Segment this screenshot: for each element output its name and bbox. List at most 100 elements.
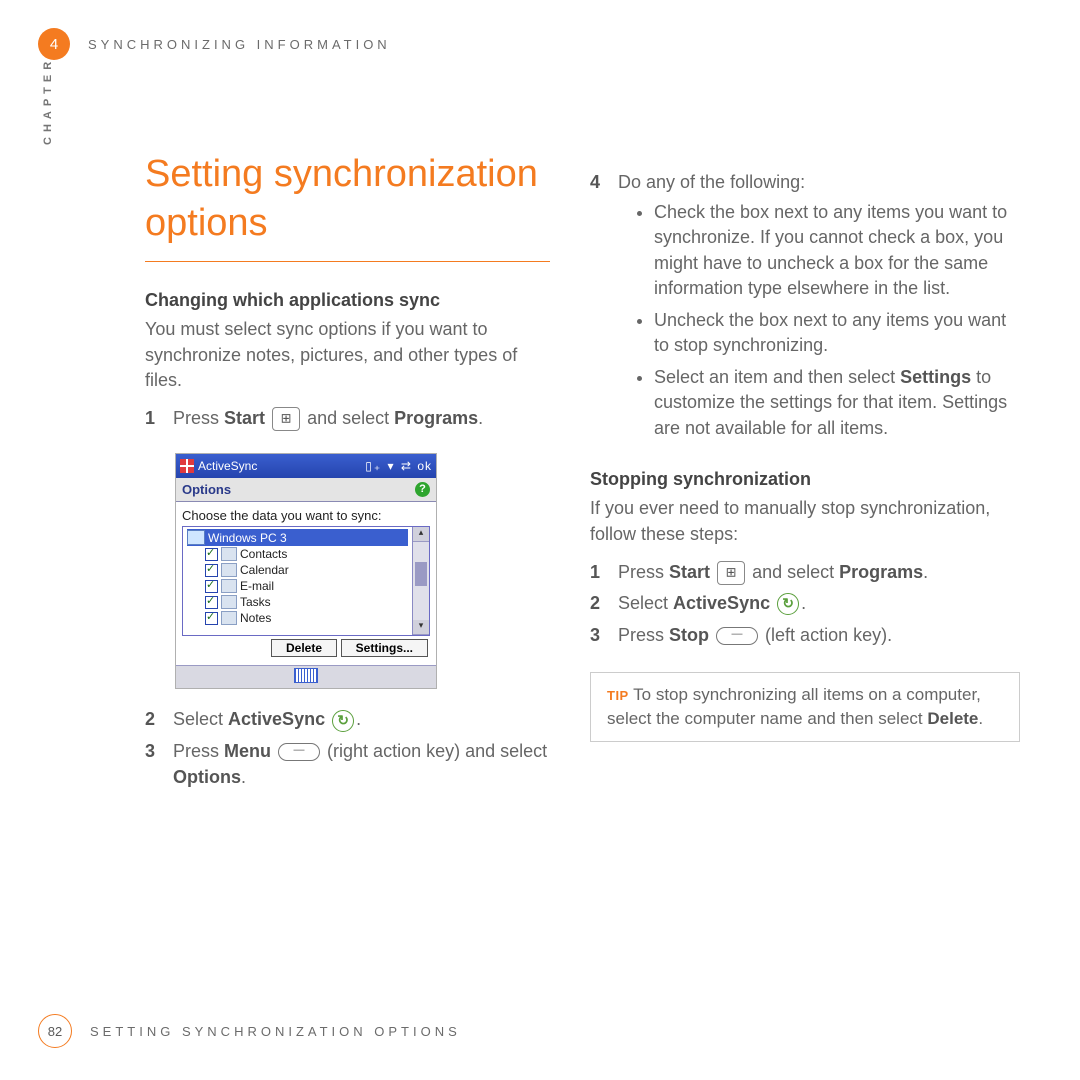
settings-button[interactable]: Settings... (341, 639, 428, 657)
screenshot-titlebar: ActiveSync ▯₊ ▾ ⇄ ok (176, 454, 436, 478)
running-foot: SETTING SYNCHRONIZATION OPTIONS (90, 1024, 461, 1039)
text: Press (173, 741, 224, 761)
text-bold: Delete (927, 709, 978, 728)
steps-list-stop: Press Start and select Programs. Select … (590, 560, 1020, 649)
chapter-badge: 4 (38, 28, 70, 60)
list-item[interactable]: Contacts (187, 546, 408, 562)
stop-step-2: Select ActiveSync . (590, 591, 1020, 617)
delete-button[interactable]: Delete (271, 639, 337, 657)
text: Do any of the following: (618, 172, 805, 192)
steps-list-left: Press Start and select Programs. (145, 406, 550, 432)
windows-flag-icon (180, 459, 194, 473)
action-key-icon (716, 627, 758, 645)
tip-label: TIP (607, 688, 629, 703)
notes-icon (221, 611, 237, 625)
page-header: 4 SYNCHRONIZING INFORMATION (38, 28, 391, 60)
list-item[interactable]: Calendar (187, 562, 408, 578)
list-item[interactable]: Windows PC 3 (187, 529, 408, 546)
text: . (356, 709, 361, 729)
subhead-stopping: Stopping synchronization (590, 469, 1020, 490)
step-2: Select ActiveSync . (145, 707, 550, 733)
text: Press (618, 625, 669, 645)
chapter-side-label: CHAPTER (42, 57, 54, 145)
text: . (478, 408, 483, 428)
text: Select (618, 593, 673, 613)
text-bold: ActiveSync (673, 593, 770, 613)
step-3: Press Menu (right action key) and select… (145, 739, 550, 790)
checkbox-icon[interactable] (205, 564, 218, 577)
running-head: SYNCHRONIZING INFORMATION (88, 37, 391, 52)
checkbox-icon[interactable] (205, 612, 218, 625)
stop-step-1: Press Start and select Programs. (590, 560, 1020, 586)
tasks-icon (221, 595, 237, 609)
scroll-down-icon[interactable]: ▾ (413, 620, 429, 635)
screenshot: ActiveSync ▯₊ ▾ ⇄ ok Options ? Choose th… (175, 453, 437, 689)
list-item-label: Calendar (240, 563, 289, 577)
start-key-icon (717, 561, 745, 585)
calendar-icon (221, 563, 237, 577)
text-bold: Start (669, 562, 710, 582)
bullet-item: Select an item and then select Settings … (654, 365, 1020, 442)
list-item-label: Notes (240, 611, 271, 625)
checkbox-icon[interactable] (205, 596, 218, 609)
page-footer: 82 SETTING SYNCHRONIZATION OPTIONS (38, 1014, 461, 1048)
keyboard-icon[interactable] (294, 668, 318, 683)
screenshot-title: ActiveSync (198, 459, 257, 473)
steps-list-left-cont: Select ActiveSync . Press Menu (right ac… (145, 707, 550, 790)
text: Press (173, 408, 224, 428)
action-key-icon (278, 743, 320, 761)
screenshot-options-bar: Options ? (176, 478, 436, 502)
scroll-up-icon[interactable]: ▴ (413, 527, 429, 542)
checkbox-icon[interactable] (205, 548, 218, 561)
contacts-icon (221, 547, 237, 561)
pc-icon (187, 530, 205, 545)
scroll-thumb[interactable] (415, 562, 427, 586)
text-bold: Menu (224, 741, 271, 761)
screenshot-prompt: Choose the data you want to sync: (182, 508, 430, 523)
screenshot-status: ▯₊ ▾ ⇄ ok (365, 459, 432, 473)
text-bold: ActiveSync (228, 709, 325, 729)
email-icon (221, 579, 237, 593)
text: (left action key). (765, 625, 892, 645)
text-bold: Stop (669, 625, 709, 645)
list-item-label: Contacts (240, 547, 287, 561)
bullet-item: Uncheck the box next to any items you wa… (654, 308, 1020, 359)
tip-box: TIP To stop synchronizing all items on a… (590, 672, 1020, 742)
text-bold: Programs (394, 408, 478, 428)
start-key-icon (272, 407, 300, 431)
text: Select an item and then select (654, 367, 900, 387)
options-label: Options (182, 482, 231, 497)
help-icon: ? (415, 482, 430, 497)
text-bold: Start (224, 408, 265, 428)
text-bold: Options (173, 767, 241, 787)
step-4: Do any of the following: Check the box n… (590, 170, 1020, 441)
text: and select (307, 408, 394, 428)
list-item[interactable]: Notes (187, 610, 408, 626)
stop-step-3: Press Stop (left action key). (590, 623, 1020, 649)
scrollbar[interactable]: ▴ ▾ (412, 527, 429, 635)
text: Select (173, 709, 228, 729)
screenshot-footer (176, 665, 436, 688)
list-item[interactable]: E-mail (187, 578, 408, 594)
subhead-changing: Changing which applications sync (145, 290, 550, 311)
text: . (241, 767, 246, 787)
activesync-icon (777, 593, 799, 615)
text: and select (752, 562, 839, 582)
steps-list-right: Do any of the following: Check the box n… (590, 170, 1020, 441)
tip-text: To stop synchronizing all items on a com… (607, 685, 981, 728)
intro-paragraph: You must select sync options if you want… (145, 317, 550, 394)
text: Press (618, 562, 669, 582)
list-item-label: Tasks (240, 595, 271, 609)
list-item[interactable]: Tasks (187, 594, 408, 610)
checkbox-icon[interactable] (205, 580, 218, 593)
text: . (923, 562, 928, 582)
text: . (801, 593, 806, 613)
list-item-label: Windows PC 3 (208, 531, 287, 545)
text-bold: Programs (839, 562, 923, 582)
list-item-label: E-mail (240, 579, 274, 593)
intro-paragraph-2: If you ever need to manually stop synchr… (590, 496, 1020, 547)
step-1: Press Start and select Programs. (145, 406, 550, 432)
bullet-item: Check the box next to any items you want… (654, 200, 1020, 302)
section-title: Setting synchronization options (145, 150, 550, 262)
page-number: 82 (38, 1014, 72, 1048)
